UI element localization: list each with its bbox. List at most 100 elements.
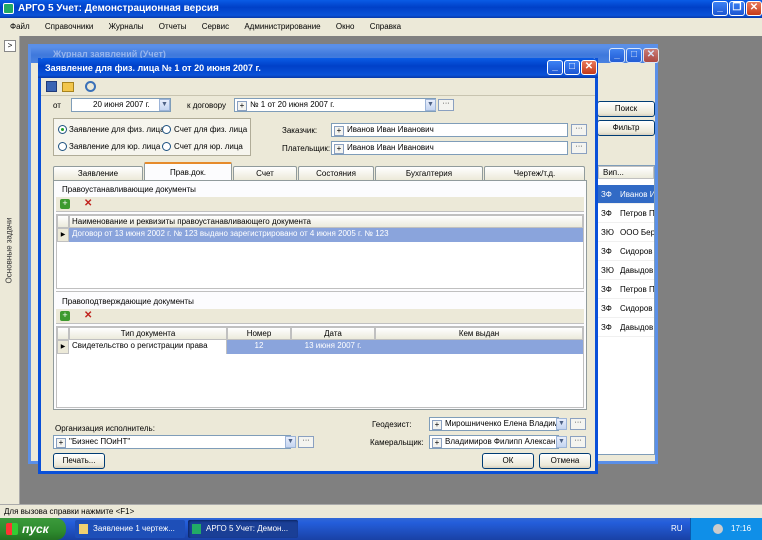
section1-title: Правоустанавливающие документы — [62, 185, 196, 194]
windows-logo-icon — [6, 523, 18, 535]
list-item[interactable]: ЗЮ Давыдов — [598, 261, 654, 280]
menu-reports[interactable]: Отчеты — [159, 22, 187, 31]
menu-help[interactable]: Справка — [370, 22, 401, 31]
tab-account[interactable]: Счет — [233, 166, 297, 180]
close-button[interactable]: ✕ — [746, 1, 762, 16]
radio-jur-application[interactable] — [58, 142, 67, 151]
print-button[interactable]: Печать... — [53, 453, 105, 469]
side-panel-label[interactable]: Основные задачи — [5, 206, 14, 296]
plus-icon[interactable]: + — [237, 101, 247, 111]
plus-icon[interactable]: + — [432, 420, 442, 430]
app-title-bar: АРГО 5 Учет: Демонстрационная версия _ ❐… — [0, 0, 762, 18]
delete-icon[interactable]: ✕ — [84, 310, 92, 321]
org-field[interactable]: + "Бизнес ПОиНТ" — [53, 435, 291, 449]
cell-number[interactable]: 12 — [227, 340, 291, 354]
row-indicator: ▶ — [57, 340, 69, 354]
cameral-dropdown[interactable]: ▼ — [556, 436, 567, 448]
org-dropdown[interactable]: ▼ — [285, 436, 296, 448]
preview-icon[interactable] — [85, 81, 96, 92]
list-item[interactable]: ЗФ Иванов И — [598, 185, 654, 204]
splitter[interactable] — [56, 291, 584, 295]
payer-field[interactable]: + Иванов Иван Иванович — [331, 141, 568, 155]
tab-drawing[interactable]: Чертеж/т.д. — [484, 166, 585, 180]
list-item[interactable]: ЗФ Петров П — [598, 280, 654, 299]
list-item[interactable]: ЗФ Петров П — [598, 204, 654, 223]
ok-button[interactable]: ОК — [482, 453, 534, 469]
radio-jur-account[interactable] — [162, 142, 171, 151]
list-item[interactable]: ЗФ Сидоров — [598, 242, 654, 261]
dialog-close-button[interactable]: ✕ — [581, 60, 597, 75]
customer-field[interactable]: + Иванов Иван Иванович — [331, 123, 568, 137]
menu-file[interactable]: Файл — [10, 22, 30, 31]
app-title: АРГО 5 Учет: Демонстрационная версия — [18, 3, 219, 14]
list-item[interactable]: ЗЮООО Бере — [598, 223, 654, 242]
payer-select-button[interactable]: ··· — [571, 142, 587, 154]
section2-grid-corner — [57, 327, 69, 340]
list-item[interactable]: ЗФ Сидоров — [598, 299, 654, 318]
radio-jur-application-label[interactable]: Заявление для юр. лица — [69, 142, 160, 151]
search-button[interactable]: Поиск — [597, 101, 655, 117]
radio-phys-application-label[interactable]: Заявление для физ. лица — [69, 125, 165, 134]
geodesist-dropdown[interactable]: ▼ — [556, 418, 567, 430]
tab-rights-docs[interactable]: Прав.док. — [144, 162, 232, 180]
menu-service[interactable]: Сервис — [202, 22, 229, 31]
dialog-title-bar: Заявление для физ. лица № 1 от 20 июня 2… — [38, 58, 598, 78]
menu-journals[interactable]: Журналы — [109, 22, 144, 31]
bg-maximize-button[interactable]: □ — [626, 48, 642, 63]
filter-button[interactable]: Фильтр — [597, 120, 655, 136]
geodesist-select-button[interactable]: ··· — [570, 418, 586, 430]
add-icon[interactable]: + — [60, 199, 70, 209]
tab-application[interactable]: Заявление — [53, 166, 143, 180]
plus-icon[interactable]: + — [334, 144, 344, 154]
org-select-button[interactable]: ··· — [298, 436, 314, 448]
dialog-minimize-button[interactable]: _ — [547, 60, 563, 75]
save-icon[interactable] — [46, 81, 57, 92]
table-row[interactable]: Договор от 13 июня 2002 г. № 123 выдано … — [69, 228, 583, 242]
plus-icon[interactable]: + — [432, 438, 442, 448]
plus-icon[interactable]: + — [56, 438, 66, 448]
customer-select-button[interactable]: ··· — [571, 124, 587, 136]
side-panel-toggle[interactable]: > — [4, 40, 16, 52]
bg-minimize-button[interactable]: _ — [609, 48, 625, 63]
radio-phys-account[interactable] — [162, 125, 171, 134]
cell-doc-type[interactable]: Свидетельство о регистрации права — [69, 340, 227, 354]
dialog-title: Заявление для физ. лица № 1 от 20 июня 2… — [45, 63, 261, 73]
bg-close-button[interactable]: ✕ — [643, 48, 659, 63]
language-indicator[interactable]: RU — [671, 524, 683, 533]
cancel-button[interactable]: Отмена — [539, 453, 591, 469]
cameral-select-button[interactable]: ··· — [570, 436, 586, 448]
tray-icon[interactable] — [713, 524, 723, 534]
date-dropdown[interactable]: ▼ — [159, 99, 170, 111]
dialog-maximize-button[interactable]: □ — [564, 60, 580, 75]
radio-jur-account-label[interactable]: Счет для юр. лица — [174, 142, 243, 151]
open-folder-icon[interactable] — [62, 82, 74, 92]
section1-grid: Наименование и реквизиты правоустанавлив… — [56, 214, 584, 289]
menu-window[interactable]: Окно — [336, 22, 355, 31]
clock: 17:16 — [731, 524, 752, 533]
date-field[interactable]: 20 июня 2007 г. — [71, 98, 171, 112]
taskbar-item-app[interactable]: АРГО 5 Учет: Демон... — [188, 520, 298, 538]
cell-issuer[interactable] — [375, 340, 583, 354]
taskbar-item-dialog[interactable]: Заявление 1 чертеж... — [75, 520, 185, 538]
contract-dropdown[interactable]: ▼ — [425, 99, 436, 111]
list-item[interactable]: ЗФ Давыдов — [598, 318, 654, 337]
cameral-field[interactable]: + Владимиров Филипп Алексан — [429, 435, 559, 449]
tab-accounting[interactable]: Бухгалтерия — [375, 166, 483, 180]
contract-field[interactable]: + № 1 от 20 июня 2007 г. — [234, 98, 436, 112]
cell-date[interactable]: 13 июня 2007 г. — [291, 340, 375, 354]
radio-phys-account-label[interactable]: Счет для физ. лица — [174, 125, 247, 134]
geodesist-field[interactable]: + Мирошниченко Елена Владими — [429, 417, 559, 431]
menu-admin[interactable]: Администрирование — [244, 22, 320, 31]
add-icon[interactable]: + — [60, 311, 70, 321]
menu-references[interactable]: Справочники — [45, 22, 93, 31]
restore-button[interactable]: ❐ — [729, 1, 745, 16]
start-button[interactable]: пуск — [0, 518, 66, 540]
col-date: Дата — [291, 327, 375, 340]
side-panel: > Основные задачи — [0, 36, 20, 504]
plus-icon[interactable]: + — [334, 126, 344, 136]
contract-select-button[interactable]: ··· — [438, 99, 454, 111]
minimize-button[interactable]: _ — [712, 1, 728, 16]
radio-phys-application[interactable] — [58, 125, 67, 134]
tab-states[interactable]: Состояния — [298, 166, 374, 180]
delete-icon[interactable]: ✕ — [84, 198, 92, 209]
